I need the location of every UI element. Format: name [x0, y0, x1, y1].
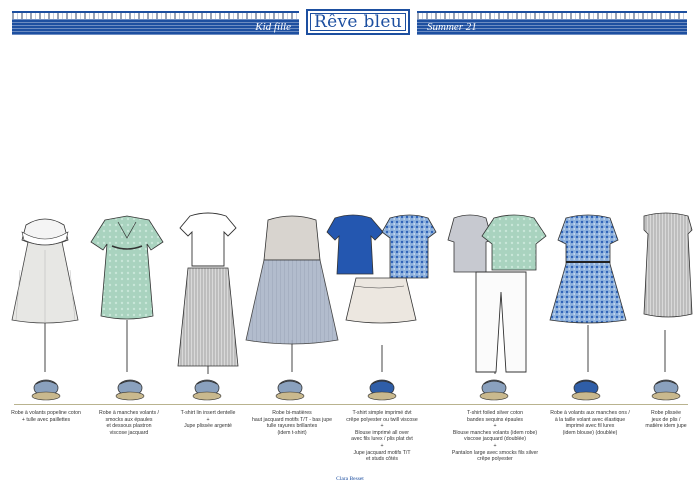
- caption-outfit-2: Robe à manches volants / smocks aux épau…: [99, 410, 159, 436]
- stand-4: [275, 340, 305, 401]
- outfit-1-dress: [11, 218, 79, 324]
- caption-outfit-6: T-shirt foiled silver coton bandes sequi…: [451, 410, 539, 463]
- sandals-icon: [31, 379, 61, 401]
- sandals-icon: [367, 379, 397, 401]
- stand-8: [651, 330, 681, 401]
- sandals-icon: [571, 379, 601, 401]
- outfit-4-dress: [245, 215, 339, 345]
- sandals-icon: [192, 379, 222, 401]
- sandals-icon: [479, 379, 509, 401]
- stand-3: [192, 365, 222, 401]
- caption-outfit-3: T-shirt lin insert dentelle + Jupe pliss…: [180, 410, 236, 430]
- stand-5: [367, 345, 397, 401]
- stand-7: [571, 325, 601, 401]
- sandals-icon: [115, 379, 145, 401]
- outfit-8-dress: [643, 212, 693, 318]
- caption-outfit-1: Robe à volants popeline coton + tulle av…: [11, 410, 81, 423]
- sandals-icon: [651, 379, 681, 401]
- stand-1: [31, 320, 61, 401]
- sandals-icon: [275, 379, 305, 401]
- outfit-5-set: [326, 214, 437, 324]
- designer-credit: Clara Besset: [336, 476, 364, 482]
- caption-outfit-7: Robe à volants aux manches ons / à la ta…: [550, 410, 630, 436]
- outfit-2-dress: [90, 215, 164, 320]
- stand-2: [115, 320, 145, 401]
- outfit-7-dress: [549, 214, 627, 324]
- stand-6: [479, 370, 509, 401]
- outfit-6-set: [447, 214, 547, 373]
- caption-outfit-8: Robe plissée jeux de plis / matière idem…: [645, 410, 687, 430]
- caption-outfit-4: Robe bi-matières haut jacquard motifs T/…: [252, 410, 332, 436]
- caption-outfit-5: T-shirt simple imprimé dvt crêpe polyest…: [346, 410, 418, 463]
- ground-line: [14, 404, 688, 405]
- outfit-3-set: [177, 212, 239, 367]
